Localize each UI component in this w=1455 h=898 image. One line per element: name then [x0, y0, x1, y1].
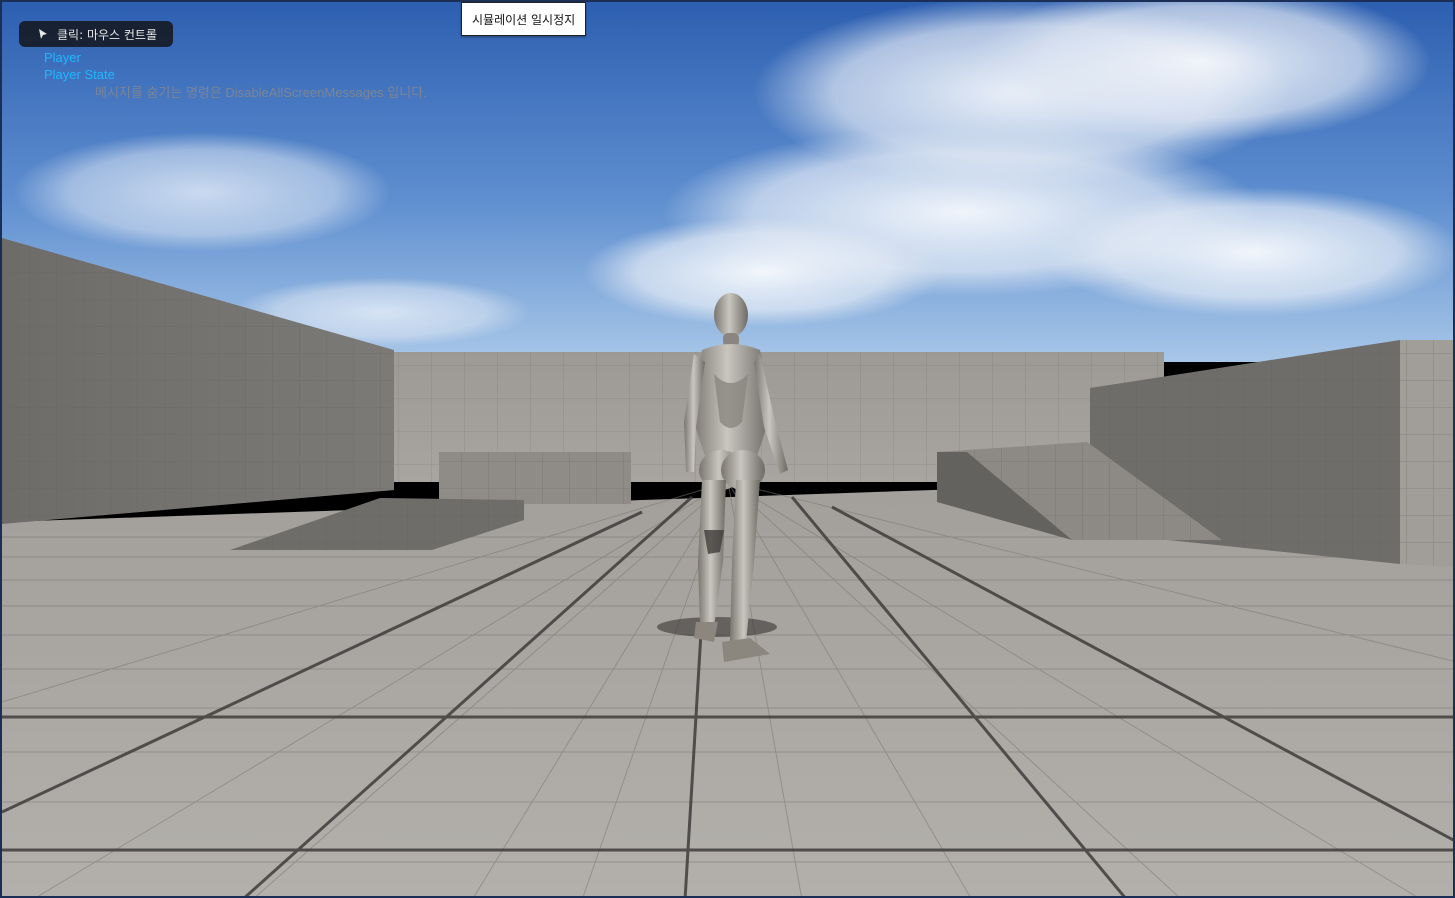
- pause-simulation-tooltip-label: 시뮬레이션 일시정지: [472, 12, 576, 27]
- debug-message-hint: 메시지를 숨기는 명령은 DisableAllScreenMessages 입니…: [95, 85, 427, 100]
- scene-render: [2, 2, 1453, 896]
- pause-simulation-tooltip: 시뮬레이션 일시정지: [461, 2, 587, 36]
- mouse-control-hint-label: 클릭: 마우스 컨트롤: [57, 27, 157, 42]
- cursor-arrow-icon: [37, 28, 49, 40]
- debug-message-player-state: Player State: [44, 67, 115, 82]
- debug-message-player: Player: [44, 50, 81, 65]
- mouse-control-hint[interactable]: 클릭: 마우스 컨트롤: [19, 21, 173, 47]
- game-viewport[interactable]: 클릭: 마우스 컨트롤 시뮬레이션 일시정지 Player Player Sta…: [0, 0, 1455, 898]
